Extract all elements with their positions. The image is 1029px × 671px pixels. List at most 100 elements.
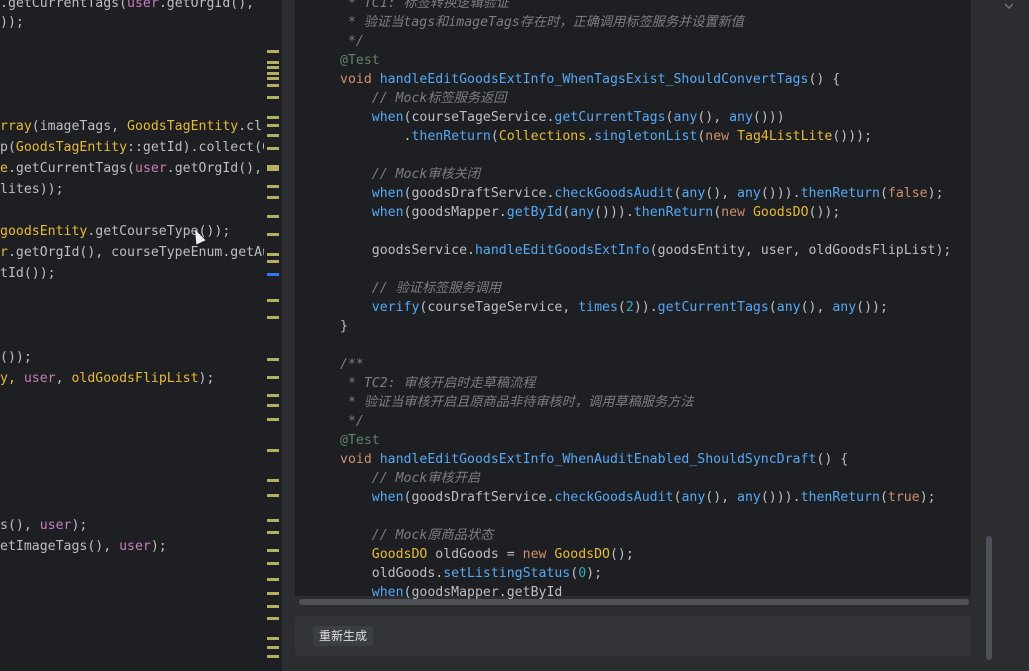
code-token: user — [23, 371, 56, 386]
change-marker[interactable] — [267, 637, 279, 640]
code-token: any — [737, 490, 761, 505]
code-line: when(goodsDraftService.checkGoodsAudit (a… — [340, 184, 944, 203]
code-token: )). — [633, 300, 658, 315]
code-token: // Mock审核关闭 — [340, 167, 481, 182]
code-token: * 验证当审核开启且原商品非待审核时，调用草稿服务方法 — [340, 395, 694, 410]
code-token: (goodsMapper.getById — [403, 585, 563, 600]
left-code-editor[interactable]: .getCurrentTags(user.getOrgId(),)); rray(… — [0, 0, 264, 671]
code-token: thenReturn — [633, 205, 714, 220]
ai-assistant-panel: * TC1: 标签转换逻辑验证 * 验证当tags和imageTags存在时，正… — [283, 0, 1029, 671]
regenerate-button[interactable]: 重新生成 — [313, 626, 374, 646]
code-token: (courseTageService, — [419, 300, 579, 315]
change-marker[interactable] — [267, 168, 279, 171]
code-token: handleEditGoodsExtInfo — [474, 243, 650, 258]
change-marker[interactable] — [267, 50, 279, 53]
code-line: @Test — [340, 431, 380, 450]
change-marker[interactable] — [267, 299, 279, 302]
code-line: verify(courseTageService, times(2)).getC… — [340, 298, 888, 317]
code-line: tId()); — [0, 264, 56, 283]
code-token: ())). — [760, 186, 801, 201]
code-token: any — [681, 186, 706, 201]
change-marker[interactable] — [267, 260, 279, 263]
code-token: when — [340, 186, 404, 201]
change-marker[interactable] — [267, 605, 279, 608]
code-token: * 验证当tags和imageTags存在时，正确调用标签服务并设置新值 — [340, 15, 744, 30]
code-line: .getCurrentTags(user.getOrgId(), — [0, 0, 254, 13]
code-token: ); — [586, 566, 603, 581]
change-marker[interactable] — [267, 77, 279, 80]
code-token: user — [135, 161, 167, 176]
code-token: any — [681, 490, 706, 505]
code-token: checkGoodsAudit — [554, 490, 674, 505]
change-marker[interactable] — [267, 646, 279, 649]
code-token: goodsEntity — [0, 224, 88, 239]
code-token: .getOrgId(), — [158, 0, 255, 11]
code-token: handleEditGoodsExtInfo_WhenAuditEnabled_… — [379, 452, 817, 467]
code-token: oldGoods = — [435, 547, 523, 562]
code-token: ( — [879, 490, 888, 505]
code-line: s(), user); — [0, 516, 87, 535]
code-token: (goodsDraftService. — [403, 186, 555, 201]
code-token: p( — [0, 140, 16, 155]
change-marker[interactable] — [267, 196, 279, 199]
change-marker[interactable] — [267, 134, 279, 137]
code-token: ())). — [594, 205, 634, 220]
change-marker[interactable] — [267, 66, 279, 69]
code-token: ())) — [752, 110, 785, 125]
change-marker[interactable] — [267, 418, 279, 421]
change-marker[interactable] — [267, 72, 279, 75]
code-token: ); — [198, 371, 215, 386]
change-marker[interactable] — [267, 316, 279, 319]
change-marker[interactable] — [267, 124, 279, 127]
code-line: y, user, oldGoodsFlipList); — [0, 369, 214, 388]
change-marker[interactable] — [267, 592, 279, 595]
code-token: ( — [490, 129, 499, 144]
code-token: (), — [705, 490, 738, 505]
vertical-scrollbar[interactable] — [983, 0, 995, 671]
code-token: user — [119, 539, 151, 554]
change-marker[interactable] — [267, 655, 279, 658]
change-marker[interactable] — [267, 562, 279, 565]
change-marker[interactable] — [267, 96, 279, 99]
change-marker[interactable] — [267, 358, 279, 361]
code-token: ( — [713, 205, 722, 220]
code-token: ())). — [760, 490, 801, 505]
code-token: .getCourseType()); — [87, 224, 231, 239]
change-marker[interactable] — [267, 116, 279, 119]
vertical-scrollbar-thumb[interactable] — [986, 536, 992, 660]
code-token: * TC1: 标签转换逻辑验证 — [340, 0, 510, 11]
chevron-down-icon[interactable] — [1001, 0, 1017, 16]
change-marker[interactable] — [267, 404, 279, 407]
change-marker[interactable] — [267, 273, 279, 276]
code-token: new — [705, 129, 738, 144]
code-line: r.getOrgId(), courseTypeEnum.getAu — [0, 243, 264, 262]
change-marker[interactable] — [267, 84, 279, 87]
code-token: .getCurrentTags( — [0, 0, 128, 11]
code-token: () { — [808, 72, 841, 87]
change-marker[interactable] — [267, 376, 279, 379]
change-marker[interactable] — [267, 147, 279, 150]
change-marker[interactable] — [267, 185, 279, 188]
code-token: new — [522, 547, 555, 562]
change-marker[interactable] — [267, 531, 279, 534]
code-token: checkGoodsAudit — [554, 186, 674, 201]
code-token: tId()); — [0, 266, 56, 281]
change-marker[interactable] — [267, 449, 279, 452]
change-marker[interactable] — [267, 617, 279, 620]
change-marker[interactable] — [267, 253, 279, 256]
change-marker[interactable] — [267, 519, 279, 522]
code-token: getCurrentTags — [657, 300, 769, 315]
code-token: @Test — [340, 53, 380, 68]
change-marker[interactable] — [267, 479, 279, 482]
change-marker[interactable] — [267, 233, 279, 236]
change-marker[interactable] — [267, 394, 279, 397]
change-marker[interactable] — [267, 494, 279, 497]
code-token: // 验证标签服务调用 — [340, 281, 502, 296]
code-token: */ — [340, 414, 364, 429]
change-marker[interactable] — [267, 61, 279, 64]
code-token: r — [0, 245, 8, 260]
change-marker[interactable] — [267, 215, 279, 218]
change-marker[interactable] — [267, 578, 279, 581]
generated-code-block[interactable]: * TC1: 标签转换逻辑验证 * 验证当tags和imageTags存在时，正… — [295, 0, 971, 608]
change-marker[interactable] — [267, 549, 279, 552]
